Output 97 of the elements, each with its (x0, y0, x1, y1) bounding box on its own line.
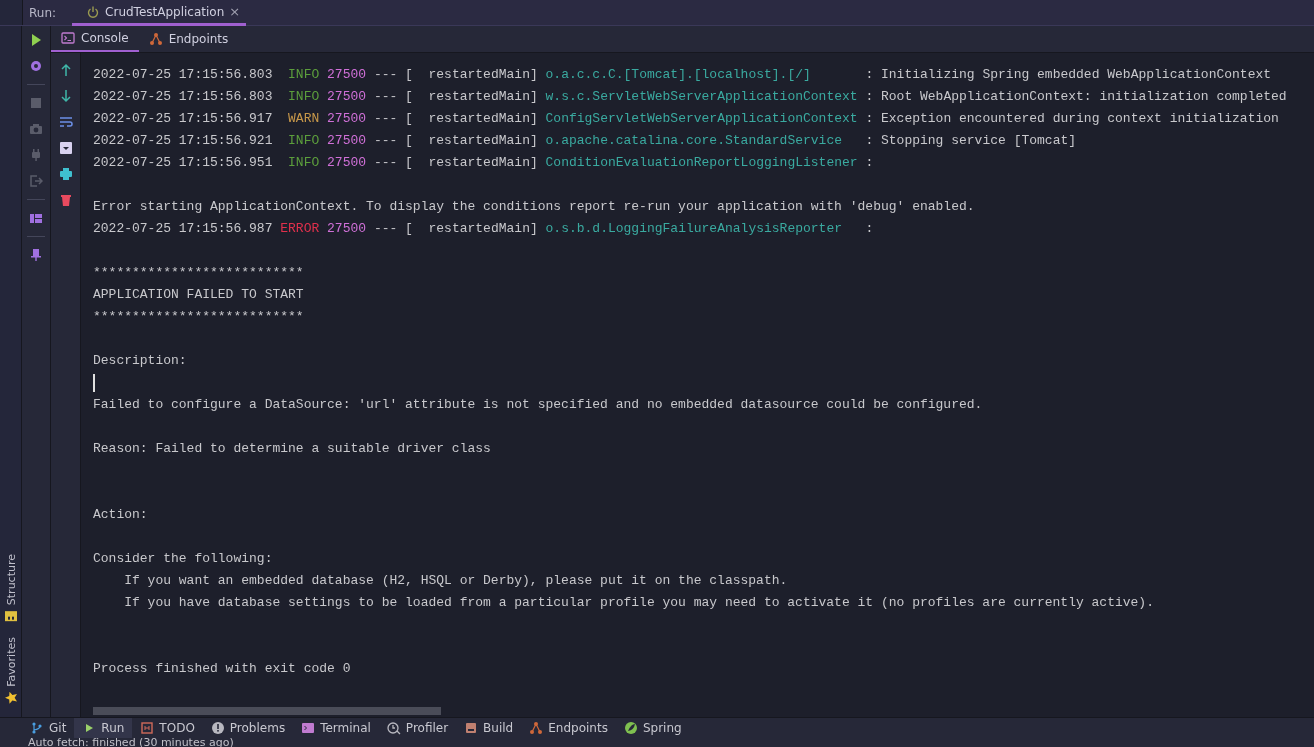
process-id: 27500 (327, 155, 367, 170)
log-message: : Initializing Spring embedded WebApplicationContext (865, 67, 1272, 82)
logger-name: ConditionEvaluationReportLoggingListener (545, 154, 858, 172)
tool-window-tab[interactable]: Problems (202, 717, 294, 739)
console-text: Reason: Failed to determine a suitable driver class (93, 441, 491, 456)
thread-name: [ restartedMain] (405, 89, 538, 104)
process-id: 27500 (327, 89, 367, 104)
side-tab[interactable]: Favorites (3, 637, 18, 705)
run-label: Run: (28, 5, 58, 22)
log-timestamp: 2022-07-25 17:15:56.921 (93, 133, 273, 148)
log-message: : Exception encountered during context initialization (865, 111, 1279, 126)
tool-window-tab[interactable]: Terminal (293, 717, 379, 739)
text-cursor (93, 373, 95, 392)
tool-window-tab[interactable]: TODO (132, 717, 203, 739)
process-id: 27500 (327, 133, 367, 148)
tool-window-tab[interactable]: Run (74, 717, 133, 739)
logger-name: o.apache.catalina.core.StandardService (545, 132, 843, 150)
log-separator: --- (373, 133, 398, 148)
log-message: : (865, 155, 874, 170)
tool-window-tab[interactable]: Build (456, 717, 522, 739)
nodes-icon (529, 721, 544, 735)
thread-name: [ restartedMain] (405, 221, 538, 236)
console-icon (61, 31, 75, 45)
scroll-end-icon (58, 141, 73, 155)
process-id: 27500 (327, 111, 367, 126)
log-level: INFO (287, 154, 320, 172)
leaf-icon (623, 721, 638, 735)
scrollbar[interactable] (93, 707, 441, 715)
log-separator: --- (373, 67, 398, 82)
log-message: : Root WebApplicationContext: initialization completed (865, 89, 1287, 104)
console-text: Consider the following: (93, 551, 273, 566)
console-text: Description: (93, 353, 187, 368)
log-timestamp: 2022-07-25 17:15:56.917 (93, 111, 273, 126)
tool-window-tab[interactable]: Profiler (378, 717, 457, 739)
thread-name: [ restartedMain] (405, 67, 538, 82)
console-text: Process finished with exit code 0 (93, 661, 351, 676)
toolbar-button[interactable] (57, 140, 74, 156)
process-id: 27500 (327, 67, 367, 82)
log-level: WARN (287, 110, 320, 128)
console-text: Action: (93, 507, 148, 522)
close-icon[interactable]: × (229, 4, 241, 19)
log-separator: --- (373, 111, 398, 126)
arrow-down-icon (58, 89, 73, 103)
console-tab[interactable]: Console (51, 26, 139, 52)
play-icon (29, 33, 43, 47)
structure-icon (3, 609, 18, 624)
log-message: : (865, 221, 874, 236)
thread-name: [ restartedMain] (405, 111, 538, 126)
log-timestamp: 2022-07-25 17:15:56.803 (93, 89, 273, 104)
console-text: Failed to configure a DataSource: 'url' attribute is not specified and no embedded datasource could be configured. (93, 397, 983, 412)
toolbar-button[interactable] (28, 58, 44, 74)
tool-window-tab[interactable]: Git (22, 717, 75, 739)
log-message: : Stopping service [Tomcat] (865, 133, 1077, 148)
logger-name: o.a.c.c.C.[Tomcat].[localhost].[/] (545, 66, 812, 84)
log-timestamp: 2022-07-25 17:15:56.951 (93, 155, 273, 170)
plug-icon (29, 148, 43, 162)
trash-icon (58, 193, 73, 207)
log-level: INFO (287, 132, 320, 150)
camera-icon (29, 122, 43, 136)
exit-icon (29, 174, 43, 188)
console-text: *************************** (93, 309, 304, 324)
wrap-icon (58, 115, 73, 129)
logger-name: w.s.c.ServletWebServerApplicationContext (545, 88, 858, 106)
console-text: If you have database settings to be loaded from a particular profile you may need to activate it (no profiles are currently active). (124, 595, 1154, 610)
log-separator: --- (373, 155, 398, 170)
gauge-icon (386, 721, 401, 735)
log-timestamp: 2022-07-25 17:15:56.803 (93, 67, 273, 82)
logger-name: o.s.b.d.LoggingFailureAnalysisReporter (545, 220, 843, 238)
power-icon (86, 4, 101, 19)
log-separator: --- (373, 221, 398, 236)
log-level: ERROR (280, 220, 320, 238)
console-text: APPLICATION FAILED TO START (93, 287, 304, 302)
tool-window-tab[interactable]: Spring (615, 717, 690, 739)
log-separator: --- (373, 89, 398, 104)
settings-icon (29, 59, 43, 73)
log-level: INFO (287, 88, 320, 106)
stop-icon (29, 96, 43, 110)
console-text: If you want an embedded database (H2, HSQL or Derby), please put it on the classpath. (124, 573, 788, 588)
side-tab[interactable]: Structure (3, 554, 18, 624)
nodes-icon (148, 32, 163, 46)
toolbar-button[interactable] (28, 247, 44, 263)
star-icon (3, 691, 18, 705)
console-tab[interactable]: Endpoints (138, 26, 239, 52)
branch-icon (30, 721, 44, 735)
terminal-icon (301, 721, 316, 735)
warning-icon (210, 721, 225, 735)
layout-icon (29, 211, 43, 225)
thread-name: [ restartedMain] (405, 155, 538, 170)
pin-icon (29, 248, 43, 262)
console-text: *************************** (93, 265, 304, 280)
console-text: Error starting ApplicationContext. To display the conditions report re-run your application with 'debug' enabled. (93, 199, 975, 214)
process-id: 27500 (327, 221, 367, 236)
log-level: INFO (287, 66, 320, 84)
log-timestamp: 2022-07-25 17:15:56.987 (93, 221, 273, 236)
tool-window-tab[interactable]: Endpoints (521, 717, 616, 739)
thread-name: [ restartedMain] (405, 133, 538, 148)
logger-name: ConfigServletWebServerApplicationContext (545, 110, 858, 128)
